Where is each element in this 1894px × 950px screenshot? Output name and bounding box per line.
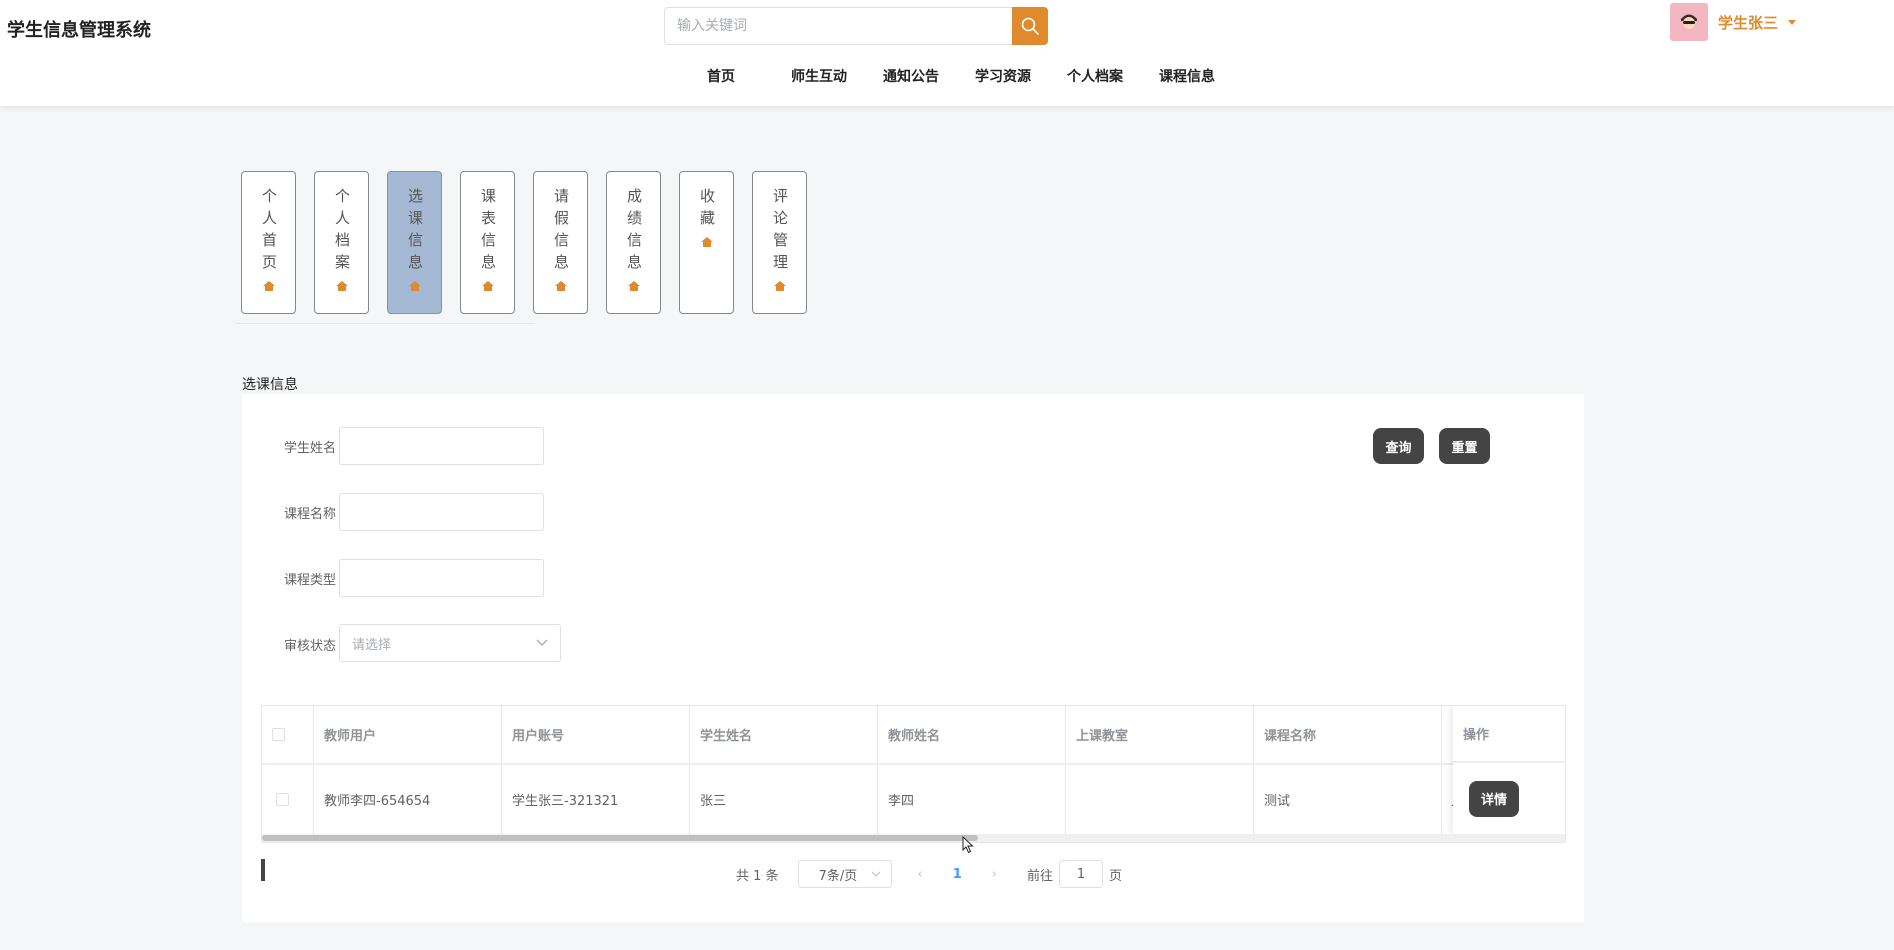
home-icon — [408, 281, 421, 291]
column-header[interactable]: 用户账号 — [502, 706, 690, 763]
table-cell: 李四 — [878, 764, 1066, 834]
table-cell: 测试 — [1254, 764, 1442, 834]
page-size-value: 7条/页 — [818, 868, 858, 884]
side-tabs: 个人首页 个人档案 选课信息 课表信息 请假信息 成绩信息 收藏 评论管理 — [241, 171, 825, 314]
tab-favorites[interactable]: 收藏 — [679, 171, 734, 314]
audit-status-placeholder: 请选择 — [352, 637, 392, 653]
column-header[interactable]: 学生姓名 — [690, 706, 878, 763]
table-cell: 张三 — [690, 764, 878, 834]
horizontal-scrollbar[interactable] — [262, 834, 1565, 842]
course-name-input[interactable] — [339, 493, 544, 531]
home-icon — [554, 281, 567, 291]
user-name: 学生张三 — [1718, 13, 1779, 32]
home-icon — [627, 281, 640, 291]
course-type-input[interactable] — [339, 559, 544, 597]
home-icon — [773, 281, 786, 291]
home-icon — [481, 281, 494, 291]
tab-label: 收藏 — [698, 188, 716, 232]
student-name-input[interactable] — [339, 427, 544, 465]
page-number[interactable]: 1 — [953, 867, 962, 882]
chevron-down-icon — [871, 871, 880, 877]
row-select-cell — [262, 764, 314, 834]
detail-button[interactable]: 详情 — [1469, 780, 1519, 817]
column-header[interactable]: 教师用户 — [314, 706, 502, 763]
mouse-cursor-icon — [962, 836, 974, 854]
select-all-cell — [262, 706, 314, 763]
tab-label: 选课信息 — [406, 188, 424, 276]
nav-item-interaction[interactable]: 师生互动 — [788, 66, 850, 90]
next-page-icon[interactable]: › — [992, 867, 997, 882]
action-cell: 详情 — [1453, 763, 1565, 834]
search-bar — [664, 7, 1048, 45]
action-column-header: 操作 — [1453, 706, 1565, 763]
main-panel: 学生姓名 课程名称 课程类型 审核状态 请选择 查询 重置 教师用户 用户账号 … — [242, 394, 1584, 922]
course-table: 教师用户 用户账号 学生姓名 教师姓名 上课教室 课程名称 i 教师李四-654… — [261, 705, 1566, 843]
avatar — [1670, 3, 1708, 41]
fixed-action-column: 操作 详情 — [1453, 706, 1565, 834]
search-button[interactable] — [1012, 7, 1048, 45]
nav-item-profile[interactable]: 个人档案 — [1064, 66, 1126, 90]
table-cell: 教师李四-654654 — [314, 764, 502, 834]
nav-item-resources[interactable]: 学习资源 — [972, 66, 1034, 90]
goto-page-input[interactable] — [1059, 860, 1104, 888]
avatar-face-icon — [1681, 14, 1697, 29]
app-title: 学生信息管理系统 — [7, 20, 151, 41]
search-icon — [1021, 17, 1039, 35]
table-header-row: 教师用户 用户账号 学生姓名 教师姓名 上课教室 课程名称 i — [262, 706, 1562, 763]
tab-personal-home[interactable]: 个人首页 — [241, 171, 296, 314]
search-input[interactable] — [664, 7, 1012, 45]
home-icon — [700, 237, 713, 247]
scrollbar-thumb[interactable] — [262, 835, 978, 841]
user-menu[interactable]: 学生张三 — [1670, 2, 1797, 42]
tab-leave[interactable]: 请假信息 — [533, 171, 588, 314]
tab-schedule[interactable]: 课表信息 — [460, 171, 515, 314]
tab-label: 请假信息 — [552, 188, 570, 276]
tab-label: 课表信息 — [479, 188, 497, 276]
column-header[interactable]: 课程名称 — [1254, 706, 1442, 763]
chevron-down-icon — [536, 639, 548, 646]
page-size-select[interactable]: 7条/页 — [797, 860, 892, 888]
home-icon — [262, 281, 275, 291]
prev-page-icon[interactable]: ‹ — [918, 867, 923, 882]
tab-grades[interactable]: 成绩信息 — [606, 171, 661, 314]
audit-status-label: 审核状态 — [283, 639, 336, 654]
reset-button[interactable]: 重置 — [1439, 428, 1490, 464]
course-type-label: 课程类型 — [283, 573, 336, 588]
tab-label: 成绩信息 — [625, 188, 643, 276]
home-icon — [335, 281, 348, 291]
total-count: 共 1 条 — [736, 868, 779, 884]
tab-personal-profile[interactable]: 个人档案 — [314, 171, 369, 314]
row-checkbox[interactable] — [276, 792, 289, 806]
main-nav: 首页 师生互动 通知公告 学习资源 个人档案 课程信息 — [690, 66, 1218, 90]
nav-item-home[interactable]: 首页 — [690, 66, 752, 90]
student-name-label: 学生姓名 — [283, 441, 336, 456]
audit-status-select[interactable]: 请选择 — [339, 624, 561, 662]
query-button[interactable]: 查询 — [1373, 428, 1424, 464]
top-header: 学生信息管理系统 学生张三 首页 师生互动 通知公告 学习资源 个人档 — [0, 0, 1894, 106]
nav-item-notices[interactable]: 通知公告 — [880, 66, 942, 90]
table-cell — [1066, 764, 1254, 834]
table-cell: 学生张三-321321 — [502, 764, 690, 834]
tab-comments[interactable]: 评论管理 — [752, 171, 807, 314]
pager-marker — [261, 859, 265, 881]
chevron-down-icon — [1788, 19, 1797, 25]
section-title: 选课信息 — [242, 377, 298, 393]
goto-label: 前往 — [1027, 868, 1054, 884]
divider — [235, 323, 535, 324]
tab-course-selection[interactable]: 选课信息 — [387, 171, 442, 314]
tab-label: 个人档案 — [333, 188, 351, 276]
tab-label: 个人首页 — [260, 188, 278, 276]
course-name-label: 课程名称 — [283, 507, 336, 522]
column-header[interactable]: 教师姓名 — [878, 706, 1066, 763]
tab-label: 评论管理 — [771, 188, 789, 276]
nav-item-courses[interactable]: 课程信息 — [1156, 66, 1218, 90]
page-unit-label: 页 — [1109, 868, 1123, 884]
table-row: 教师李四-654654 学生张三-321321 张三 李四 测试 j — [262, 764, 1562, 834]
select-all-checkbox[interactable] — [272, 728, 285, 741]
column-header[interactable]: 上课教室 — [1066, 706, 1254, 763]
pagination: 共 1 条 7条/页 ‹ 1 › 前往 页 — [736, 860, 1122, 888]
